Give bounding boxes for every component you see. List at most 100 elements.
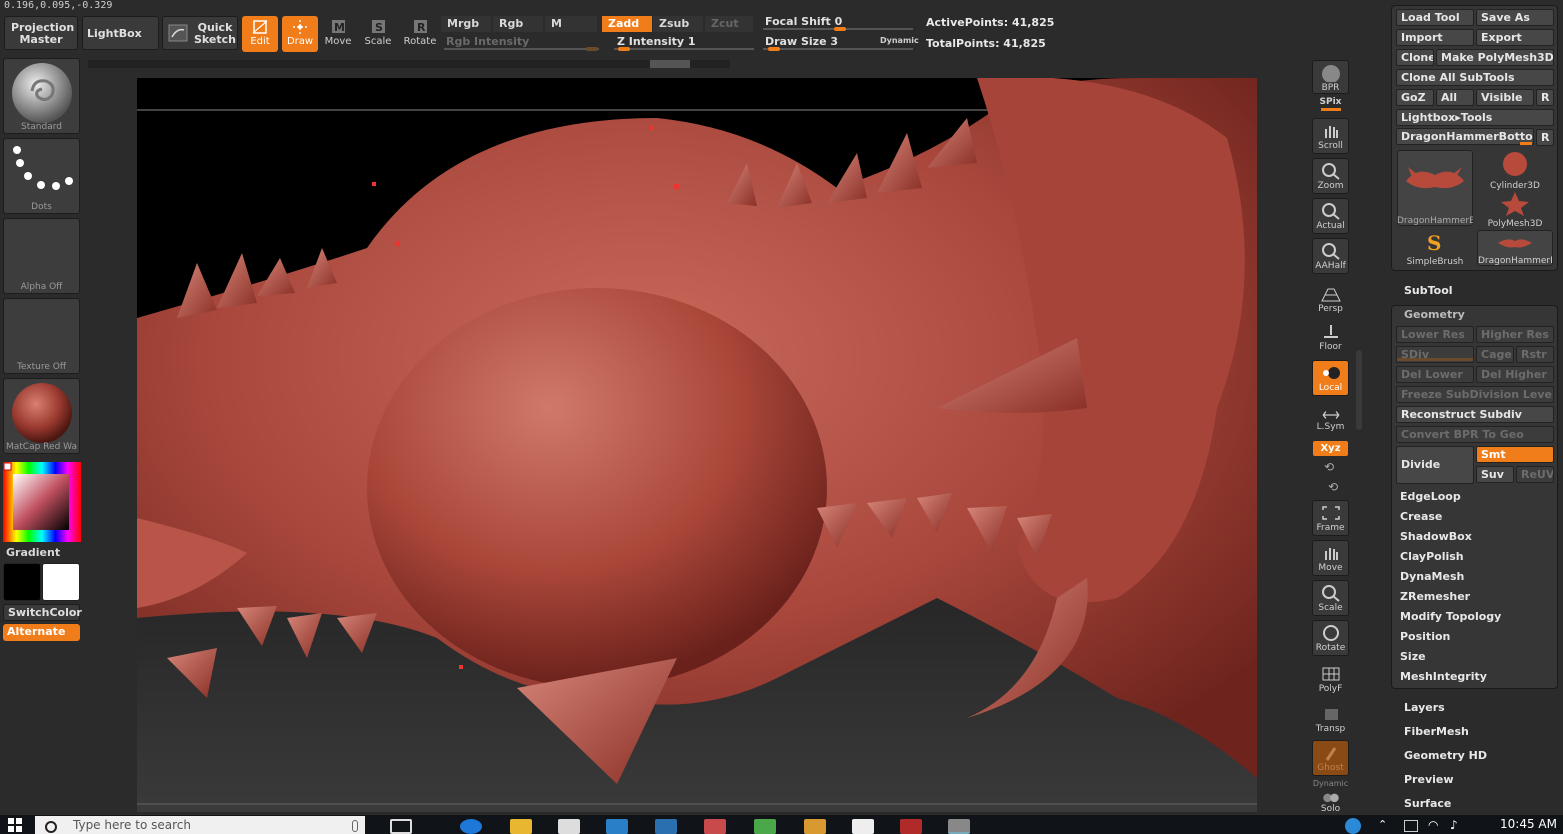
horizontal-scrollbar[interactable] <box>88 60 730 68</box>
tray-chevron-icon[interactable]: ⌃ <box>1378 818 1387 831</box>
goz-all-button[interactable]: All <box>1436 89 1474 106</box>
wifi-tray-icon[interactable]: ◠ <box>1428 818 1438 832</box>
export-button[interactable]: Export <box>1476 29 1554 46</box>
preview-menu[interactable]: Preview <box>1404 773 1454 786</box>
stroke-selector[interactable]: Dots <box>3 138 80 214</box>
polyf-button[interactable]: PolyF <box>1312 662 1349 698</box>
z-intensity-knob[interactable] <box>618 47 630 51</box>
edge-browser-icon[interactable] <box>460 819 482 834</box>
photos-icon[interactable] <box>704 819 726 834</box>
meshintegrity-subpalette[interactable]: MeshIntegrity <box>1400 670 1487 683</box>
clone-all-subtools-button[interactable]: Clone All SubTools <box>1396 69 1554 86</box>
draw-button[interactable]: Draw <box>282 16 318 52</box>
rgb-intensity-knob[interactable] <box>586 47 598 51</box>
higher-res-button[interactable]: Higher Res <box>1476 326 1554 343</box>
geometry-header[interactable]: Geometry <box>1404 308 1465 321</box>
material-selector[interactable]: MatCap Red Wa <box>3 378 80 454</box>
scale-button[interactable]: S Scale <box>360 16 396 52</box>
actual-button[interactable]: Actual <box>1312 198 1349 234</box>
paint-icon[interactable] <box>804 819 826 834</box>
position-subpalette[interactable]: Position <box>1400 630 1450 643</box>
lightbox-button[interactable]: LightBox <box>82 16 159 50</box>
shadowbox-subpalette[interactable]: ShadowBox <box>1400 530 1472 543</box>
current-tool-slider[interactable]: DragonHammerBottom <box>1396 128 1534 145</box>
xyz-toggle[interactable]: Xyz <box>1313 441 1348 456</box>
dynamic-toggle[interactable]: Dynamic <box>880 36 919 45</box>
convert-bpr-button[interactable]: Convert BPR To Geo <box>1396 426 1554 443</box>
ghost-button[interactable]: Ghost <box>1312 740 1349 776</box>
secondary-color-swatch[interactable] <box>3 563 41 601</box>
zcut-toggle[interactable]: Zcut <box>705 16 753 32</box>
scale-view-button[interactable]: Scale <box>1312 580 1349 616</box>
reconstruct-subdiv-button[interactable]: Reconstruct Subdiv <box>1396 406 1554 423</box>
mrgb-toggle[interactable]: Mrgb <box>441 16 491 32</box>
clone-button[interactable]: Clone <box>1396 49 1434 66</box>
lsym-button[interactable]: L.Sym <box>1312 406 1349 434</box>
lightbox-tools-button[interactable]: Lightbox▸Tools <box>1396 109 1554 126</box>
surface-menu[interactable]: Surface <box>1404 797 1451 810</box>
m-toggle[interactable]: M <box>545 16 597 32</box>
store-icon[interactable] <box>558 819 580 834</box>
tool-thumb-cylinder[interactable]: Cylinder3D <box>1477 150 1553 191</box>
task-view-icon[interactable] <box>390 819 412 834</box>
taskbar-clock[interactable]: 10:45 AM <box>1500 817 1557 831</box>
cage-button[interactable]: Cage <box>1476 346 1514 363</box>
goz-visible-button[interactable]: Visible <box>1476 89 1534 106</box>
load-tool-button[interactable]: Load Tool <box>1396 9 1474 26</box>
transp-button[interactable]: Transp <box>1312 702 1349 738</box>
del-lower-button[interactable]: Del Lower <box>1396 366 1474 383</box>
focal-shift-knob[interactable] <box>834 27 846 31</box>
z-intensity-slider[interactable] <box>614 48 754 50</box>
divide-button[interactable]: Divide <box>1396 446 1474 484</box>
local-button[interactable]: Local <box>1312 360 1349 396</box>
tool-thumb-dragonhammer[interactable] <box>1397 150 1473 226</box>
dynamesh-subpalette[interactable]: DynaMesh <box>1400 570 1464 583</box>
media-player-icon[interactable] <box>606 819 628 834</box>
brush-selector[interactable]: Standard <box>3 58 80 134</box>
rgb-toggle[interactable]: Rgb <box>493 16 543 32</box>
current-tool-r-button[interactable]: R <box>1536 129 1554 146</box>
rotate-view-button[interactable]: Rotate <box>1312 620 1349 656</box>
draw-size-knob[interactable] <box>768 47 780 51</box>
app-icon-red[interactable] <box>900 819 922 834</box>
aahalf-button[interactable]: AAHalf <box>1312 238 1349 274</box>
crease-subpalette[interactable]: Crease <box>1400 510 1442 523</box>
tool-thumb-polymesh[interactable]: PolyMesh3D <box>1477 190 1553 229</box>
file-explorer-icon[interactable] <box>510 819 532 834</box>
modify-topology-subpalette[interactable]: Modify Topology <box>1400 610 1501 623</box>
color-picker[interactable] <box>3 462 81 542</box>
layers-menu[interactable]: Layers <box>1404 701 1445 714</box>
microphone-icon[interactable] <box>352 820 358 832</box>
suv-toggle[interactable]: Suv <box>1476 466 1514 483</box>
scroll-button[interactable]: Scroll <box>1312 118 1349 154</box>
edit-button[interactable]: Edit <box>242 16 278 52</box>
volume-tray-icon[interactable]: ♪ <box>1450 818 1458 832</box>
persp-button[interactable]: Persp <box>1312 282 1349 318</box>
zsub-toggle[interactable]: Zsub <box>653 16 703 32</box>
subtool-header[interactable]: SubTool <box>1404 284 1453 297</box>
lower-res-button[interactable]: Lower Res <box>1396 326 1474 343</box>
rotate-z-icon[interactable]: ⟲ <box>1328 480 1338 494</box>
panel-splitter[interactable] <box>1356 350 1362 430</box>
goz-button[interactable]: GoZ <box>1396 89 1434 106</box>
alpha-selector[interactable]: Alpha Off <box>3 218 80 294</box>
app-icon-green[interactable] <box>754 819 776 834</box>
del-higher-button[interactable]: Del Higher <box>1476 366 1554 383</box>
floor-button[interactable]: Floor <box>1312 320 1349 356</box>
smt-toggle[interactable]: Smt <box>1476 446 1554 463</box>
geometry-hd-menu[interactable]: Geometry HD <box>1404 749 1487 762</box>
zoom-button[interactable]: Zoom <box>1312 158 1349 194</box>
move-view-button[interactable]: Move <box>1312 540 1349 576</box>
goz-r-button[interactable]: R <box>1536 89 1554 106</box>
zadd-toggle[interactable]: Zadd <box>602 16 652 32</box>
bpr-button[interactable]: BPR <box>1312 60 1349 94</box>
import-button[interactable]: Import <box>1396 29 1474 46</box>
draw-size-slider[interactable] <box>763 48 913 50</box>
dynamic-label[interactable]: Dynamic <box>1312 779 1349 788</box>
freeze-subdivision-button[interactable]: Freeze SubDivision Levels <box>1396 386 1554 403</box>
tool-thumb-dragonhammer-2[interactable]: DragonHammerBo <box>1477 230 1553 266</box>
sdiv-slider[interactable]: SDiv <box>1396 346 1474 363</box>
spix-slider[interactable]: SPix <box>1312 97 1349 115</box>
make-polymesh-button[interactable]: Make PolyMesh3D <box>1436 49 1554 66</box>
rotate-y-icon[interactable]: ⟲ <box>1324 460 1334 474</box>
